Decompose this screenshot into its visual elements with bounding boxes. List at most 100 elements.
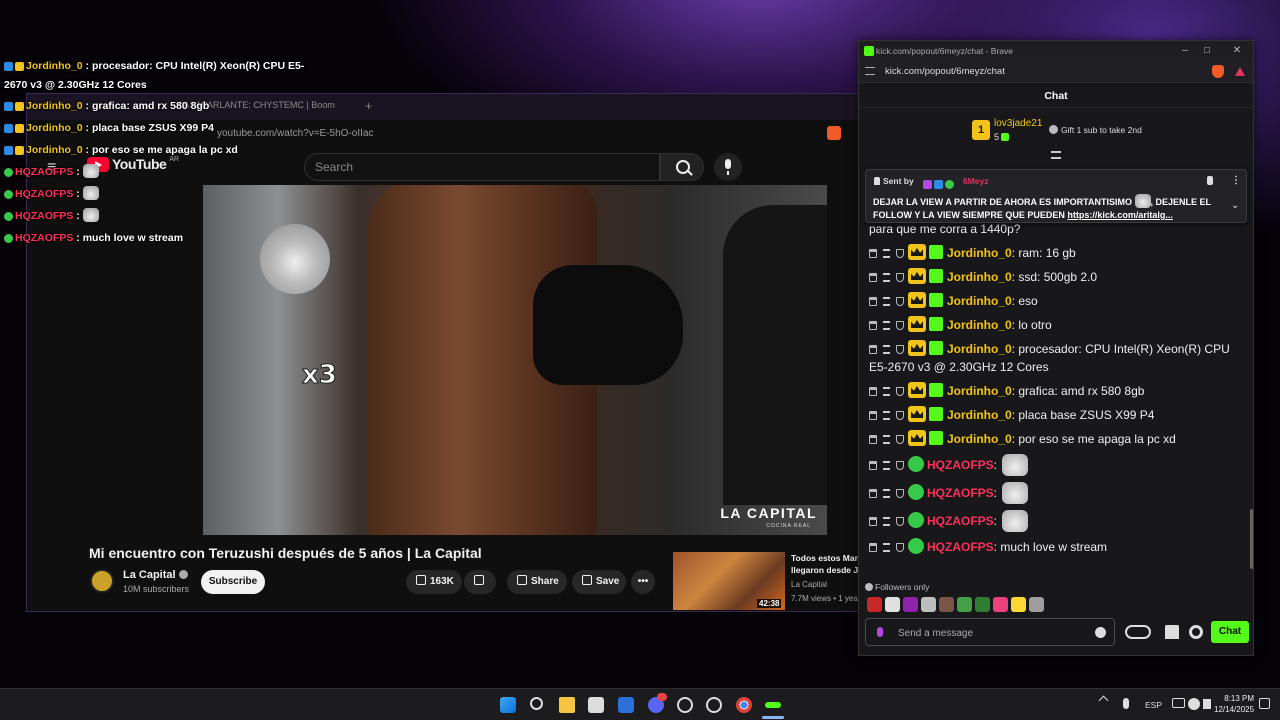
delete-message-icon[interactable] [869,273,877,282]
delete-message-icon[interactable] [869,517,877,526]
pinned-user[interactable]: 6Meyz [963,176,989,186]
ban-shield-icon[interactable] [896,249,904,258]
quick-emote-3[interactable] [903,597,918,612]
close-icon[interactable]: ✕ [1227,44,1247,58]
file-explorer-icon[interactable] [559,697,575,713]
quick-emote-2[interactable] [885,597,900,612]
address-url[interactable]: kick.com/popout/6meyz/chat [885,66,1005,77]
windows-start-icon[interactable] [500,697,516,713]
site-settings-icon[interactable] [865,67,875,75]
brave-rewards-icon[interactable] [1235,67,1245,76]
delete-message-icon[interactable] [869,461,877,470]
chevron-down-icon[interactable]: ⌄ [1231,200,1239,211]
ban-shield-icon[interactable] [896,517,904,526]
timeout-icon[interactable] [883,543,890,552]
shop-icon[interactable] [1165,625,1179,639]
ban-shield-icon[interactable] [896,461,904,470]
ban-shield-icon[interactable] [896,543,904,552]
timeout-icon[interactable] [883,489,890,498]
brave-browser-icon[interactable] [618,697,634,713]
volume-icon[interactable] [1203,699,1211,709]
wifi-icon[interactable] [1188,698,1200,710]
channel-avatar[interactable] [90,569,114,593]
minimize-icon[interactable]: – [1175,44,1195,58]
collapse-leaderboard-icon[interactable] [1051,151,1061,159]
like-button[interactable]: 163K [406,570,462,594]
timeout-icon[interactable] [883,273,890,282]
search-icon[interactable] [530,697,543,710]
delete-message-icon[interactable] [869,411,877,420]
delete-message-icon[interactable] [869,321,877,330]
quick-emote-9[interactable] [1011,597,1026,612]
channel-name[interactable]: La Capital [123,569,188,581]
subscribe-button[interactable]: Subscribe [201,570,265,594]
chat-username[interactable]: Jordinho_0 [947,246,1012,260]
voice-search-icon[interactable] [714,153,742,181]
delete-message-icon[interactable] [869,249,877,258]
quick-emote-4[interactable] [921,597,936,612]
ban-shield-icon[interactable] [896,273,904,282]
steam-icon[interactable] [706,697,722,713]
timeout-icon[interactable] [883,345,890,354]
delete-message-icon[interactable] [869,345,877,354]
timeout-icon[interactable] [883,387,890,396]
delete-message-icon[interactable] [869,543,877,552]
obs-icon[interactable] [677,697,693,713]
chat-username[interactable]: Jordinho_0 [947,270,1012,284]
delete-message-icon[interactable] [869,435,877,444]
chat-username[interactable]: Jordinho_0 [947,294,1012,308]
delete-message-icon[interactable] [869,297,877,306]
quick-emote-5[interactable] [939,597,954,612]
leaderboard-user[interactable]: lov3jade21 [994,118,1042,129]
ban-shield-icon[interactable] [896,435,904,444]
chat-username[interactable]: HQZAOFPS [927,514,994,528]
ban-shield-icon[interactable] [896,387,904,396]
emoji-picker-icon[interactable] [1095,627,1106,638]
clock[interactable]: 8:13 PM 12/14/2025 [1214,693,1254,715]
search-icon[interactable] [660,153,704,181]
chat-username[interactable]: Jordinho_0 [947,432,1012,446]
timeout-icon[interactable] [883,321,890,330]
quick-emote-7[interactable] [975,597,990,612]
chat-username[interactable]: Jordinho_0 [947,408,1012,422]
chat-scrollbar[interactable] [1250,509,1253,569]
timeout-icon[interactable] [883,435,890,444]
save-button[interactable]: Save [572,570,626,594]
window-titlebar[interactable]: kick.com/popout/6meyz/chat - Brave – □ ✕ [859,41,1253,61]
timeout-icon[interactable] [883,517,890,526]
unpin-icon[interactable] [1207,176,1213,185]
mic-icon[interactable] [1123,698,1129,709]
maximize-icon[interactable]: □ [1197,44,1217,58]
channel-points-icon[interactable] [1125,625,1151,639]
timeout-icon[interactable] [883,249,890,258]
chat-username[interactable]: HQZAOFPS [927,540,994,554]
quick-emote-10[interactable] [1029,597,1044,612]
timeout-icon[interactable] [883,411,890,420]
chat-username[interactable]: Jordinho_0 [947,318,1012,332]
chat-username[interactable]: Jordinho_0 [947,342,1012,356]
chrome-icon[interactable] [736,697,752,713]
up-next-title[interactable]: Todos estos Mar llegaron desde J [791,552,865,576]
ban-shield-icon[interactable] [896,411,904,420]
pinned-link[interactable]: https://kick.com/aritalg... [1067,210,1173,220]
share-button[interactable]: Share [507,570,567,594]
kick-app-icon[interactable] [765,702,781,708]
more-actions-button[interactable]: ••• [631,570,655,594]
notification-center-icon[interactable] [1259,698,1270,709]
language-indicator[interactable]: ESP [1145,700,1162,710]
quick-emote-1[interactable] [867,597,882,612]
ban-shield-icon[interactable] [896,489,904,498]
ban-shield-icon[interactable] [896,321,904,330]
gear-icon[interactable] [1189,625,1203,639]
address-bar[interactable]: kick.com/popout/6meyz/chat [859,61,1253,83]
quick-emote-6[interactable] [957,597,972,612]
ban-shield-icon[interactable] [896,297,904,306]
network-icon[interactable] [1172,698,1185,708]
delete-message-icon[interactable] [869,387,877,396]
chat-input-box[interactable] [865,618,1115,646]
youtube-search-input[interactable]: Search [304,153,660,181]
dislike-button[interactable] [464,570,496,594]
quick-emote-8[interactable] [993,597,1008,612]
ban-shield-icon[interactable] [896,345,904,354]
more-options-icon[interactable]: ⋮ [1231,175,1241,186]
